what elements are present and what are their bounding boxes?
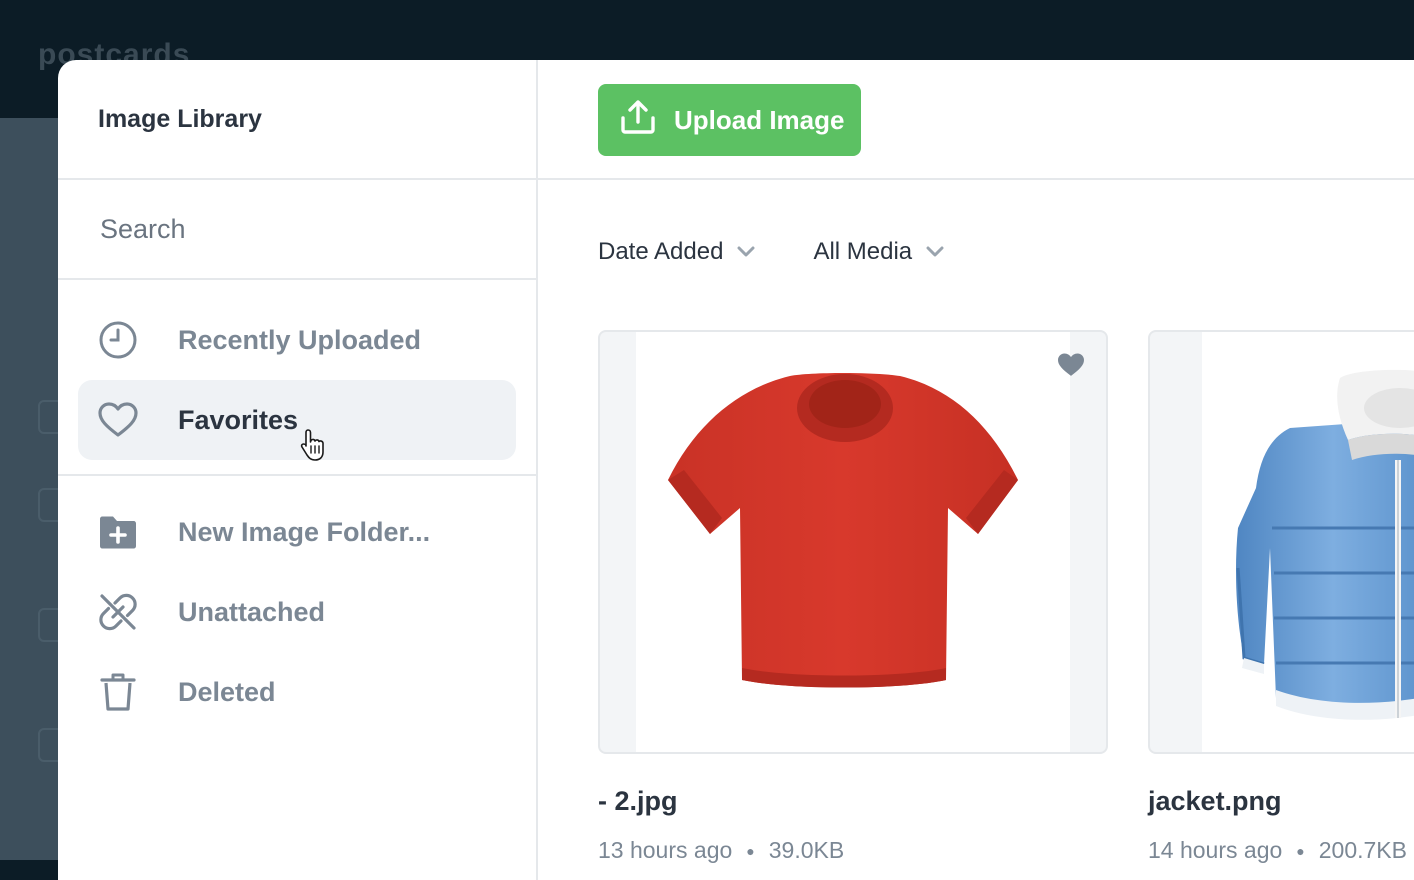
nav-primary: Recently Uploaded Favorites xyxy=(58,280,536,476)
nav-item-deleted[interactable]: Deleted xyxy=(78,652,516,732)
library-header: Image Library xyxy=(58,60,536,180)
image-thumbnail[interactable] xyxy=(1148,330,1414,754)
nav-item-label: Favorites xyxy=(178,404,299,435)
nav-item-favorites[interactable]: Favorites xyxy=(78,380,516,461)
sort-dropdown-label: Date Added xyxy=(598,238,724,265)
nav-item-label: Recently Uploaded xyxy=(178,324,422,355)
upload-button-label: Upload Image xyxy=(674,104,845,135)
search-bar xyxy=(58,180,536,280)
media-type-dropdown[interactable]: All Media xyxy=(813,238,944,266)
upload-image-button[interactable]: Upload Image xyxy=(598,84,861,156)
nav-item-new-folder[interactable]: New Image Folder... xyxy=(78,492,516,572)
media-dropdown-label: All Media xyxy=(813,238,913,265)
nav-item-unattached[interactable]: Unattached xyxy=(78,572,516,652)
trash-icon xyxy=(98,672,138,712)
tshirt-image xyxy=(668,373,1018,688)
image-library-modal: Image Library Recently Uploaded Favorite… xyxy=(58,60,1414,880)
nav-secondary: New Image Folder... Unattached Deleted xyxy=(58,476,536,746)
image-name: jacket.png xyxy=(1148,786,1282,816)
library-main: Upload Image Date Added All Media - 2.jp… xyxy=(538,60,1414,880)
separator-dot: ● xyxy=(746,842,755,859)
image-card[interactable]: jacket.png 14 hours ago ● 200.7KB xyxy=(1148,330,1414,864)
folder-plus-icon xyxy=(98,512,138,552)
nav-item-label: New Image Folder... xyxy=(178,516,431,547)
hand-cursor-icon xyxy=(300,428,330,467)
library-title: Image Library xyxy=(98,104,262,133)
nav-item-recently-uploaded[interactable]: Recently Uploaded xyxy=(78,300,516,380)
jacket-image xyxy=(1236,369,1414,720)
search-input[interactable] xyxy=(98,212,482,246)
nav-item-label: Deleted xyxy=(178,676,276,707)
favorite-heart-icon[interactable] xyxy=(1056,352,1086,383)
image-name: - 2.jpg xyxy=(598,786,678,816)
heart-outline-icon xyxy=(98,400,138,440)
nav-item-label: Unattached xyxy=(178,596,326,627)
image-thumbnail[interactable] xyxy=(598,330,1108,754)
filter-bar: Date Added All Media xyxy=(598,238,1002,266)
chevron-down-icon xyxy=(926,246,944,257)
unlink-icon xyxy=(98,592,138,632)
image-card[interactable]: - 2.jpg 13 hours ago ● 39.0KB xyxy=(598,330,1108,864)
clock-icon xyxy=(98,320,138,360)
sort-dropdown[interactable]: Date Added xyxy=(598,238,755,266)
upload-icon xyxy=(620,99,656,142)
library-sidebar: Image Library Recently Uploaded Favorite… xyxy=(58,60,538,880)
separator-dot: ● xyxy=(1296,842,1305,859)
chevron-down-icon xyxy=(737,246,755,257)
main-toolbar: Upload Image xyxy=(538,60,1414,180)
